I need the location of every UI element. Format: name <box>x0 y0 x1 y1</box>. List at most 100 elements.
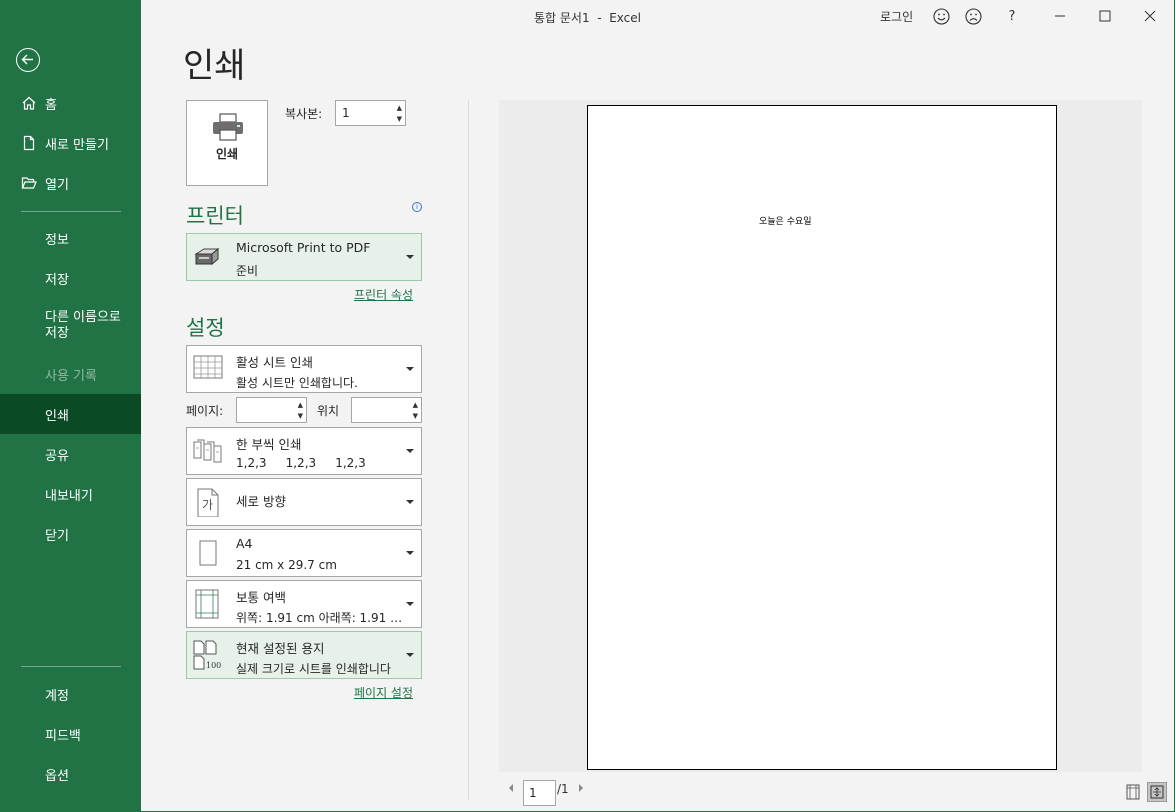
spin-down-icon[interactable]: ▼ <box>397 115 402 123</box>
spin-down-icon[interactable]: ▼ <box>413 412 418 420</box>
print-scope-desc: 활성 시트만 인쇄합니다. <box>236 376 358 390</box>
spin-up-icon[interactable]: ▲ <box>397 104 402 112</box>
spin-up-icon[interactable]: ▲ <box>298 401 303 409</box>
minimize-icon[interactable] <box>1051 7 1069 25</box>
scaling-desc: 실제 크기로 시트를 인쇄합니다 <box>236 662 391 676</box>
portrait-orientation-icon: 가 <box>197 488 219 517</box>
sidebar-item-label: 정보 <box>45 232 69 248</box>
margins-desc: 위쪽: 1.91 cm 아래쪽: 1.91 cm <box>236 611 406 625</box>
sidebar-item-save[interactable]: 저장 <box>0 258 141 298</box>
page-title: 인쇄 <box>183 46 246 86</box>
sidebar-item-label: 다른 이름으로 저장 <box>45 310 121 341</box>
print-button[interactable]: 인쇄 <box>186 100 268 186</box>
info-icon[interactable]: i <box>412 202 422 212</box>
title-bar: 통합 문서1 - Excel 로그인 ? <box>141 0 1174 32</box>
folder-open-icon <box>21 177 37 189</box>
sidebar-item-feedback[interactable]: 피드백 <box>0 714 141 754</box>
login-button[interactable]: 로그인 <box>880 8 913 25</box>
print-button-label: 인쇄 <box>215 147 239 161</box>
sidebar-item-export[interactable]: 내보내기 <box>0 474 141 514</box>
pages-to-stepper[interactable]: ▲ ▼ <box>351 397 422 423</box>
backstage-sidebar: 홈 새로 만들기 열기 정보 저장 다른 이름으로 저장 사용 기록 인쇄 공유… <box>0 0 141 812</box>
chevron-down-icon <box>406 551 414 555</box>
page-number-value: 1 <box>529 786 537 800</box>
close-icon[interactable] <box>1141 7 1159 25</box>
copies-value: 1 <box>342 106 350 120</box>
printer-properties-link[interactable]: 프린터 속성 <box>354 286 413 303</box>
sidebar-item-print[interactable]: 인쇄 <box>0 394 141 434</box>
collate-title: 한 부씩 인쇄 <box>236 437 302 452</box>
window-title: 통합 문서1 - Excel <box>534 11 641 25</box>
next-page-icon[interactable] <box>577 782 585 796</box>
chevron-down-icon <box>406 602 414 606</box>
spin-up-icon[interactable]: ▲ <box>413 401 418 409</box>
paper-icon <box>199 540 217 566</box>
printer-dropdown[interactable]: Microsoft Print to PDF 준비 <box>186 233 422 281</box>
sidebar-item-label: 공유 <box>45 448 69 464</box>
chevron-down-icon <box>406 653 414 657</box>
print-scope-dropdown[interactable]: 활성 시트 인쇄 활성 시트만 인쇄합니다. <box>186 345 422 393</box>
prev-page-icon[interactable] <box>507 782 515 796</box>
smile-feedback-icon[interactable] <box>932 7 950 25</box>
sidebar-item-label: 홈 <box>45 97 57 113</box>
collate-icon <box>193 439 222 463</box>
spin-down-icon[interactable]: ▼ <box>298 412 303 420</box>
sidebar-item-label: 내보내기 <box>45 488 93 504</box>
frown-feedback-icon[interactable] <box>964 7 982 25</box>
maximize-icon[interactable] <box>1096 7 1114 25</box>
show-margins-icon[interactable] <box>1123 782 1143 802</box>
back-arrow-icon[interactable] <box>16 48 40 72</box>
margins-dropdown[interactable]: 보통 여백 위쪽: 1.91 cm 아래쪽: 1.91 cm <box>186 580 422 628</box>
sidebar-item-label: 옵션 <box>45 768 69 784</box>
collate-dropdown[interactable]: 한 부씩 인쇄 1,2,3 1,2,3 1,2,3 <box>186 427 422 475</box>
collate-desc: 1,2,3 1,2,3 1,2,3 <box>236 456 366 470</box>
zoom-to-page-icon[interactable] <box>1147 782 1167 802</box>
pages-label: 페이지: <box>186 404 224 418</box>
new-document-icon <box>23 135 35 151</box>
help-button[interactable]: ? <box>1003 7 1021 25</box>
sidebar-item-save-as[interactable]: 다른 이름으로 저장 <box>0 302 141 350</box>
scaling-icon: 100 <box>193 640 221 670</box>
sidebar-item-home[interactable]: 홈 <box>0 83 141 123</box>
paper-size-dropdown[interactable]: A4 21 cm x 29.7 cm <box>186 529 422 577</box>
printer-name: Microsoft Print to PDF <box>236 240 371 255</box>
sidebar-item-open[interactable]: 열기 <box>0 163 141 203</box>
pane-divider <box>468 100 469 800</box>
sidebar-item-label: 계정 <box>45 688 69 704</box>
copies-stepper[interactable]: 1 ▲ ▼ <box>335 100 406 126</box>
pages-from-stepper[interactable]: ▲ ▼ <box>236 397 307 423</box>
sidebar-item-info[interactable]: 정보 <box>0 218 141 258</box>
preview-page: 오늘은 수요일 <box>587 105 1057 770</box>
svg-text:가: 가 <box>202 498 213 512</box>
sidebar-divider <box>21 666 121 667</box>
margins-icon <box>195 589 219 619</box>
paper-size-desc: 21 cm x 29.7 cm <box>236 558 337 572</box>
sidebar-item-label: 열기 <box>45 177 69 193</box>
sidebar-item-new[interactable]: 새로 만들기 <box>0 123 141 163</box>
sidebar-item-close[interactable]: 닫기 <box>0 514 141 554</box>
printer-status: 준비 <box>236 264 259 278</box>
page-setup-link[interactable]: 페이지 설정 <box>354 684 413 701</box>
copies-label: 복사본: <box>285 107 323 121</box>
printer-icon <box>213 113 243 141</box>
home-icon <box>22 96 36 110</box>
orientation-title: 세로 방향 <box>236 494 286 509</box>
sidebar-item-label: 인쇄 <box>45 408 69 424</box>
scaling-dropdown[interactable]: 100 현재 설정된 용지 실제 크기로 시트를 인쇄합니다 <box>186 631 422 679</box>
chevron-down-icon <box>406 500 414 504</box>
scaling-title: 현재 설정된 용지 <box>236 641 325 656</box>
paper-size-title: A4 <box>236 536 253 551</box>
sidebar-item-history: 사용 기록 <box>0 354 141 394</box>
sheet-grid-icon <box>193 355 223 379</box>
sidebar-item-label: 저장 <box>45 272 69 288</box>
page-number-input[interactable]: 1 <box>523 780 556 806</box>
print-scope-title: 활성 시트 인쇄 <box>236 355 313 370</box>
sidebar-item-label: 새로 만들기 <box>45 137 109 153</box>
orientation-dropdown[interactable]: 가 세로 방향 <box>186 478 422 526</box>
preview-cell-text: 오늘은 수요일 <box>759 217 812 227</box>
sidebar-item-label: 피드백 <box>45 728 81 744</box>
printer-heading: 프린터 <box>186 204 244 228</box>
sidebar-item-share[interactable]: 공유 <box>0 434 141 474</box>
sidebar-item-options[interactable]: 옵션 <box>0 754 141 794</box>
sidebar-item-account[interactable]: 계정 <box>0 674 141 714</box>
